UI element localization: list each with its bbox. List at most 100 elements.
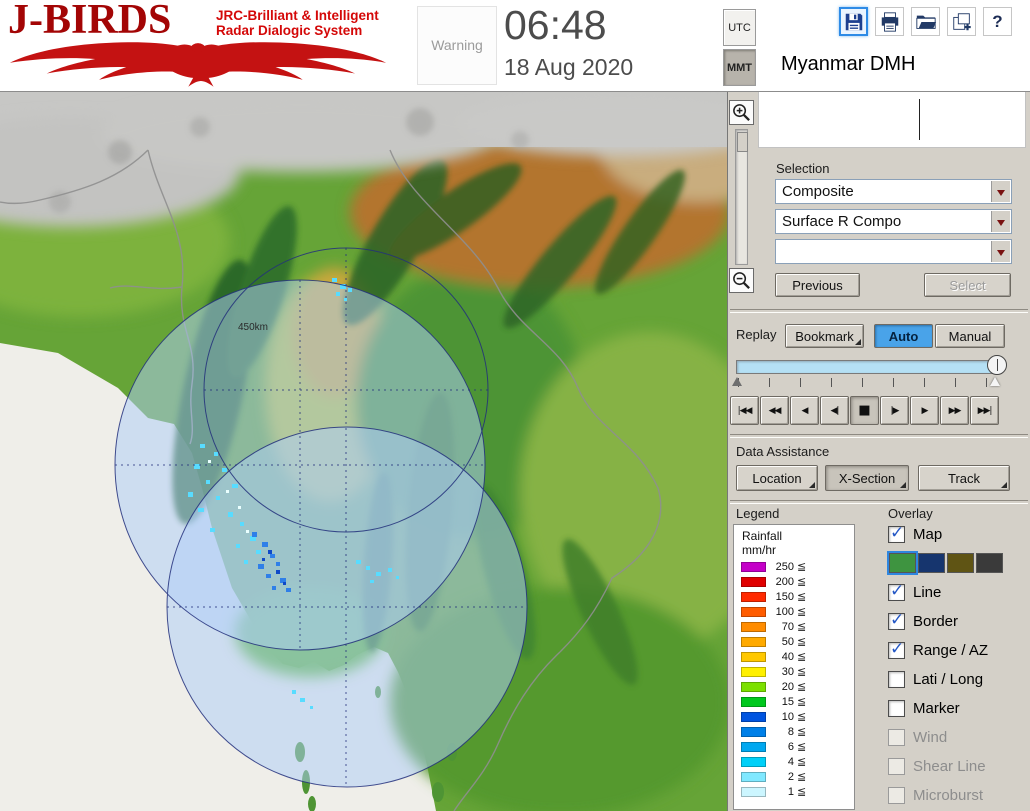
fast-rewind-button[interactable]: ◀◀ (760, 396, 789, 425)
replay-timeline-slider[interactable] (736, 360, 1000, 374)
play-reverse-button[interactable]: ◀ (790, 396, 819, 425)
legend-row: 4 ≦ (734, 754, 854, 769)
zoom-out-button[interactable] (729, 268, 754, 293)
export-button[interactable] (947, 7, 976, 36)
mmt-button[interactable]: MMT (723, 49, 756, 86)
rainfall-legend: Rainfall mm/hr 250 ≦ 200 ≦ 150 ≦ 100 ≦ 70 ≦ 5… (733, 524, 855, 810)
map-checkbox[interactable] (888, 523, 905, 543)
legend-color-swatch (741, 726, 766, 737)
tagline-line2: Radar Dialogic System (216, 23, 363, 38)
stop-button[interactable]: ■ (850, 396, 879, 425)
category-dropdown[interactable]: Composite (775, 179, 1012, 204)
border-checkbox[interactable] (888, 610, 905, 630)
play-button[interactable]: ▶ (910, 396, 939, 425)
app-title: J-BIRDS (8, 0, 172, 43)
product-dropdown-arrow[interactable] (991, 211, 1010, 232)
timezone-toggle: UTC MMT (723, 9, 756, 89)
legend-value: 150 (775, 590, 794, 603)
map-canvas[interactable] (0, 92, 728, 811)
previous-button[interactable]: Previous (775, 273, 860, 297)
replay-slider-handle[interactable] (987, 355, 1007, 375)
fast-forward-button[interactable]: ▶▶ (940, 396, 969, 425)
marker-checkbox[interactable] (888, 699, 905, 717)
select-button[interactable]: Select (924, 273, 1011, 297)
legend-color-swatch (741, 666, 766, 677)
legend-value: 40 (781, 650, 794, 663)
timeline-end-marker[interactable] (990, 377, 1000, 386)
legend-color-swatch (741, 621, 766, 632)
app-tagline: JRC-Brilliant & Intelligent Radar Dialog… (216, 8, 379, 38)
product-dropdown-value: Surface R Compo (782, 213, 902, 230)
overlay-row-shear-line: Shear Line (888, 756, 1030, 776)
control-panel: Selection Composite Surface R Compo Prev… (728, 92, 1030, 811)
step-forward-button[interactable]: |▶ (880, 396, 909, 425)
auto-button[interactable]: Auto (874, 324, 933, 348)
zoom-in-button[interactable] (729, 100, 754, 125)
manual-button[interactable]: Manual (935, 324, 1005, 348)
legend-color-swatch (741, 636, 766, 647)
bookmark-button[interactable]: Bookmark (785, 324, 864, 348)
legend-row: 10 ≦ (734, 709, 854, 724)
option-dropdown-arrow[interactable] (991, 241, 1010, 262)
lte-symbol: ≦ (797, 665, 807, 678)
utc-button[interactable]: UTC (723, 9, 756, 46)
skip-to-end-button[interactable]: ▶▶| (970, 396, 999, 425)
overlay-title: Overlay (888, 506, 933, 521)
overlay-row-line: Line (888, 581, 1030, 602)
lte-symbol: ≦ (797, 560, 807, 573)
wind-checkbox-label: Wind (913, 728, 948, 746)
legend-color-swatch (741, 696, 766, 707)
option-dropdown[interactable] (775, 239, 1012, 264)
tagline-line1: JRC-Brilliant & Intelligent (216, 8, 379, 23)
playback-controls: |◀◀ ◀◀ ◀ ◀| ■ |▶ ▶ ▶▶ ▶▶| (730, 396, 999, 425)
x-section-button[interactable]: X-Section (825, 465, 909, 491)
map-style-dark[interactable] (976, 553, 1003, 573)
legend-color-swatch (741, 576, 766, 587)
category-dropdown-arrow[interactable] (991, 181, 1010, 202)
skip-to-start-button[interactable]: |◀◀ (730, 396, 759, 425)
replay-label: Replay (736, 327, 777, 342)
legend-value: 15 (781, 695, 794, 708)
legend-color-swatch (741, 711, 766, 722)
range-ring-label: 450km (238, 322, 269, 333)
product-dropdown[interactable]: Surface R Compo (775, 209, 1012, 234)
legend-value: 100 (775, 605, 794, 618)
overlay-row-map: Map (888, 523, 1030, 544)
marker-checkbox-label: Marker (913, 699, 960, 717)
legend-row: 15 ≦ (734, 694, 854, 709)
legend-color-swatch (741, 786, 766, 797)
map-checkbox-label: Map (913, 525, 943, 543)
product-list-box[interactable] (758, 92, 1026, 148)
legend-color-swatch (741, 651, 766, 662)
map-style-navy[interactable] (918, 553, 945, 573)
radar-map[interactable]: 450km (0, 92, 728, 811)
legend-row: 250 ≦ (734, 559, 854, 574)
lte-symbol: ≦ (797, 620, 807, 633)
map-style-olive[interactable] (947, 553, 974, 573)
help-button[interactable]: ? (983, 7, 1012, 36)
timeline-start-marker[interactable] (732, 377, 742, 386)
overlay-row-lati-long: Lati / Long (888, 669, 1030, 689)
location-button[interactable]: Location (736, 465, 818, 491)
zoom-slider[interactable] (735, 129, 748, 265)
separator (730, 309, 1028, 313)
zoom-slider-thumb[interactable] (737, 132, 748, 152)
lati-long-checkbox[interactable] (888, 670, 905, 688)
step-back-button[interactable]: ◀| (820, 396, 849, 425)
timeline-ticks (738, 378, 988, 387)
open-folder-button[interactable] (911, 7, 940, 36)
legend-row: 40 ≦ (734, 649, 854, 664)
lte-symbol: ≦ (797, 725, 807, 738)
legend-value: 2 (787, 770, 794, 783)
header: J-BIRDS JRC-Brilliant & Intelligent Rada… (0, 0, 1030, 92)
range-az-checkbox[interactable] (888, 639, 905, 659)
save-button[interactable] (839, 7, 868, 36)
map-style-terrain[interactable] (887, 551, 918, 575)
j-birds-app: J-BIRDS JRC-Brilliant & Intelligent Rada… (0, 0, 1030, 811)
legend-color-swatch (741, 681, 766, 692)
line-checkbox[interactable] (888, 581, 905, 601)
track-button[interactable]: Track (918, 465, 1010, 491)
legend-row: 1 ≦ (734, 784, 854, 799)
print-button[interactable] (875, 7, 904, 36)
separator (730, 434, 1028, 438)
